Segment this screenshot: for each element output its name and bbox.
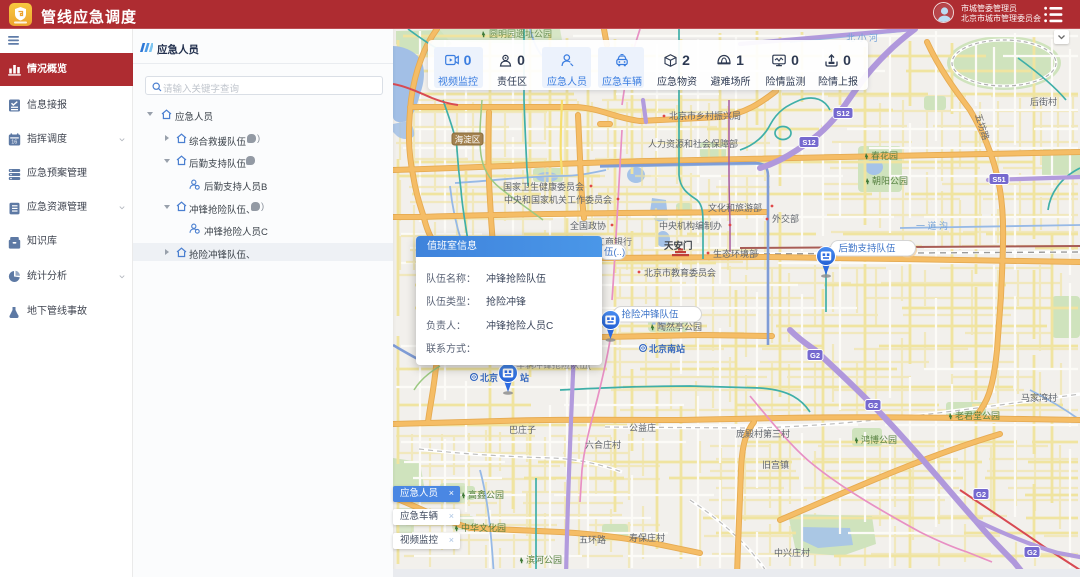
svg-text:中兴庄村: 中兴庄村 (774, 547, 810, 558)
svg-text:鸿博公园: 鸿博公园 (861, 434, 897, 445)
svg-text:16: 16 (11, 140, 17, 146)
svg-text:北京市乡村振兴局: 北京市乡村振兴局 (669, 110, 741, 121)
svg-text:后勤支持队伍: 后勤支持队伍 (839, 243, 897, 255)
svg-text:抢险冲锋队伍: 抢险冲锋队伍 (622, 309, 680, 321)
svg-text:公益庄: 公益庄 (629, 422, 656, 433)
svg-text:G2: G2 (810, 351, 820, 360)
svg-text:文化和旅游部: 文化和旅游部 (708, 202, 762, 213)
svg-text:中华文化园: 中华文化园 (461, 522, 506, 533)
svg-text:国家卫生健康委员会: 国家卫生健康委员会 (503, 181, 584, 192)
svg-text:陶然亭公园: 陶然亭公园 (657, 321, 702, 332)
svg-text:北京市教育委员会: 北京市教育委员会 (644, 267, 716, 278)
svg-text:G2: G2 (1027, 548, 1037, 557)
svg-text:旧宫镇: 旧宫镇 (762, 459, 789, 470)
svg-text:北京南站: 北京南站 (649, 343, 685, 354)
svg-text:马家湾村: 马家湾村 (1021, 392, 1057, 403)
svg-text:中央机构编制办: 中央机构编制办 (659, 220, 722, 231)
svg-text:中央和国家机关工作委员会: 中央和国家机关工作委员会 (504, 194, 612, 205)
svg-text:生态环境部: 生态环境部 (713, 248, 758, 259)
svg-text:滨河公园: 滨河公园 (526, 554, 562, 565)
svg-text:五环路: 五环路 (579, 534, 606, 545)
svg-text:巴庄子: 巴庄子 (509, 424, 536, 435)
svg-text:春花园: 春花园 (871, 150, 898, 161)
svg-text:伍(..): 伍(..) (604, 247, 625, 258)
svg-text:人力资源和社会保障部: 人力资源和社会保障部 (648, 138, 738, 149)
svg-text:庞殿村第三村: 庞殿村第三村 (736, 428, 790, 439)
svg-text:S51: S51 (992, 175, 1005, 184)
svg-text:海淀区: 海淀区 (455, 135, 481, 145)
svg-text:北京: 北京 (480, 372, 498, 383)
svg-text:六合庄村: 六合庄村 (585, 439, 621, 450)
svg-text:老君堂公园: 老君堂公园 (955, 410, 1000, 421)
svg-text:G2: G2 (976, 490, 986, 499)
svg-text:寿保庄村: 寿保庄村 (629, 532, 665, 543)
svg-text:S12: S12 (836, 109, 849, 118)
svg-text:G2: G2 (868, 401, 878, 410)
svg-text:全国政协: 全国政协 (570, 220, 606, 231)
svg-text:高鑫公园: 高鑫公园 (468, 489, 504, 500)
svg-text:朝阳公园: 朝阳公园 (872, 176, 908, 186)
svg-text:后街村: 后街村 (1030, 96, 1057, 107)
svg-text:圆明园遗址公园: 圆明园遗址公园 (489, 29, 552, 39)
svg-text:站: 站 (520, 372, 529, 383)
svg-text:外交部: 外交部 (772, 213, 799, 224)
svg-text:一 道 沟: 一 道 沟 (916, 220, 948, 231)
svg-text:S12: S12 (802, 138, 815, 147)
